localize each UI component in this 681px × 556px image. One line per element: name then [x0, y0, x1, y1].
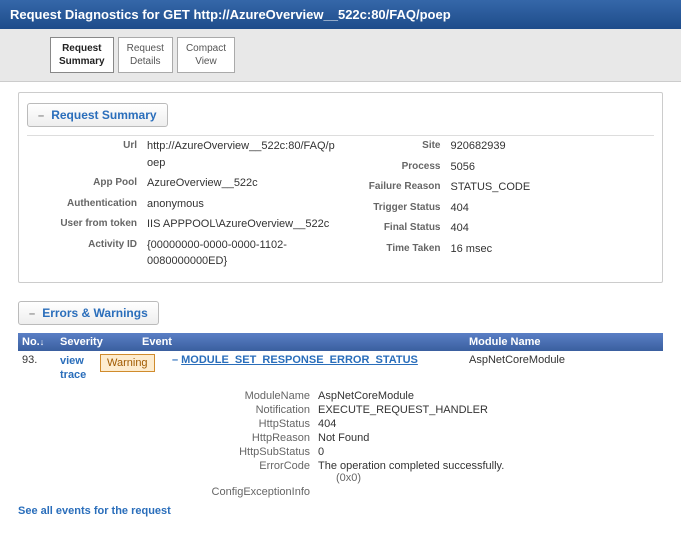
tab-request-details[interactable]: RequestDetails: [118, 37, 173, 73]
tab-bar: RequestSummary RequestDetails CompactVie…: [0, 29, 681, 82]
page-title: Request Diagnostics for GET http://Azure…: [0, 0, 681, 29]
collapse-icon: –: [29, 308, 35, 320]
sort-desc-icon[interactable]: ↓: [40, 337, 45, 347]
errors-warnings-header[interactable]: – Errors & Warnings: [18, 301, 159, 325]
summary-user: IIS APPPOOL\AzureOverview__522c: [147, 216, 341, 233]
view-trace-link[interactable]: view trace: [60, 355, 86, 381]
summary-activity: {00000000-0000-0000-1102-0080000000ED}: [147, 237, 341, 270]
error-details: ModuleNameAspNetCoreModule NotificationE…: [168, 389, 663, 499]
severity-badge: Warning: [100, 354, 155, 372]
tab-compact-view[interactable]: CompactView: [177, 37, 235, 73]
summary-trigger: 404: [451, 200, 655, 217]
summary-left-col: Urlhttp://AzureOverview__522c:80/FAQ/poe…: [27, 136, 341, 272]
summary-final: 404: [451, 220, 655, 237]
event-link[interactable]: MODULE_SET_RESPONSE_ERROR_STATUS: [181, 354, 418, 366]
summary-right-col: Site920682939 Process5056 Failure Reason…: [341, 136, 655, 272]
tab-request-summary[interactable]: RequestSummary: [50, 37, 114, 73]
summary-failure: STATUS_CODE: [451, 179, 655, 196]
summary-site: 920682939: [451, 138, 655, 155]
summary-process: 5056: [451, 159, 655, 176]
summary-apppool: AzureOverview__522c: [147, 175, 341, 192]
errors-table-header: No.↓ Severity Event Module Name: [18, 333, 663, 351]
summary-time: 16 msec: [451, 241, 655, 258]
error-no: 93.: [22, 354, 60, 366]
error-row: 93. view trace Warning – MODULE_SET_RESP…: [18, 351, 663, 386]
request-summary-panel: – Request Summary Urlhttp://AzureOvervie…: [18, 92, 663, 283]
summary-url: http://AzureOverview__522c:80/FAQ/poep: [147, 138, 341, 171]
summary-auth: anonymous: [147, 196, 341, 213]
module-name: AspNetCoreModule: [469, 354, 659, 366]
collapse-icon: –: [38, 110, 44, 122]
collapse-icon[interactable]: –: [172, 354, 178, 366]
request-summary-header[interactable]: – Request Summary: [27, 103, 168, 127]
see-all-events-link[interactable]: See all events for the request: [18, 499, 171, 523]
errors-warnings-panel: – Errors & Warnings No.↓ Severity Event …: [18, 301, 663, 524]
